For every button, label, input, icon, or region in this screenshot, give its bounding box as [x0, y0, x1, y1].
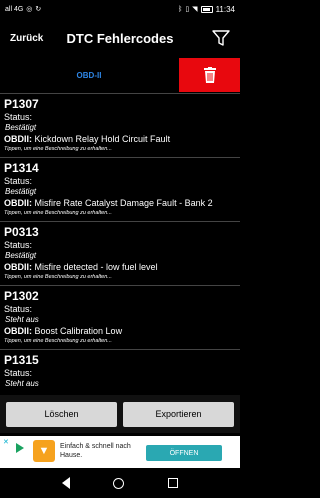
ad-text: Einfach & schnell nach Hause.: [60, 443, 131, 459]
dtc-code: P1315: [4, 353, 39, 367]
dtc-code: P1314: [4, 161, 39, 175]
status-bar-left: all 4G ◎ ↻: [5, 6, 41, 13]
tap-hint: Tippen, um eine Beschreibung zu erhalten…: [4, 146, 112, 152]
signal-icon: all 4G: [5, 5, 24, 13]
obd-prefix: OBDII:: [4, 326, 32, 336]
dtc-item[interactable]: P1314 Status: Bestätigt OBDII: Misfire R…: [0, 158, 240, 222]
ad-banner[interactable]: ✕ ▼ Einfach & schnell nach Hause. ÖFFNEN: [0, 436, 240, 468]
status-bar: all 4G ◎ ↻ ᛒ ▯ ◥ 11:34: [0, 0, 240, 18]
dtc-item[interactable]: P1315 Status: Steht aus: [0, 350, 240, 395]
system-nav-bar: [0, 468, 240, 498]
status-value: Steht aus: [5, 315, 39, 324]
description-text: Misfire Rate Catalyst Damage Fault - Ban…: [34, 198, 213, 208]
delete-button[interactable]: Löschen: [6, 401, 117, 427]
obd-prefix: OBDII:: [4, 198, 32, 208]
status-label: Status:: [4, 112, 33, 122]
status-label: Status:: [4, 240, 33, 250]
tap-hint: Tippen, um eine Beschreibung zu erhalten…: [4, 338, 112, 344]
dtc-code: P0313: [4, 225, 39, 239]
trash-icon: [203, 67, 216, 83]
delete-all-button[interactable]: [179, 58, 240, 92]
ad-choices-icon: [16, 443, 24, 453]
vibrate-icon: ▯: [185, 5, 190, 13]
status-value: Bestätigt: [5, 123, 37, 132]
tap-hint: Tippen, um eine Beschreibung zu erhalten…: [4, 210, 112, 216]
nav-back-icon[interactable]: [61, 477, 70, 489]
dtc-description: OBDII: Misfire detected - low fuel level: [4, 261, 236, 273]
clock: 11:34: [215, 4, 235, 14]
dtc-code: P1307: [4, 97, 39, 111]
action-bar: Löschen Exportieren: [0, 395, 240, 433]
dtc-item[interactable]: P1307 Status: Bestätigt OBDII: Kickdown …: [0, 94, 240, 158]
battery-icon: [200, 5, 213, 13]
nav-home-icon[interactable]: [113, 477, 125, 489]
status-label: Status:: [4, 176, 33, 186]
nav-recents-icon[interactable]: [168, 478, 179, 488]
ad-close-icon[interactable]: ✕: [3, 438, 9, 446]
status-value: Steht aus: [5, 379, 39, 388]
filter-icon[interactable]: [212, 29, 230, 47]
dtc-list: P1307 Status: Bestätigt OBDII: Kickdown …: [0, 93, 240, 395]
bluetooth-icon: ᛒ: [178, 5, 183, 13]
tab-obd-ii[interactable]: OBD-II: [0, 58, 178, 92]
dtc-item[interactable]: P1302 Status: Steht aus OBDII: Boost Cal…: [0, 286, 240, 350]
dtc-code: P1302: [4, 289, 39, 303]
dtc-description: OBDII: Kickdown Relay Hold Circuit Fault: [4, 133, 236, 145]
app-bar: DTC Fehlercodes Zurück: [0, 18, 240, 58]
description-text: Misfire detected - low fuel level: [34, 262, 158, 272]
back-button[interactable]: Zurück: [10, 33, 43, 44]
tab-row: OBD-II: [0, 58, 240, 92]
tap-hint: Tippen, um eine Beschreibung zu erhalten…: [4, 274, 112, 280]
status-value: Bestätigt: [5, 187, 37, 196]
sync-icon: ↻: [35, 5, 42, 13]
dtc-item[interactable]: P0313 Status: Bestätigt OBDII: Misfire d…: [0, 222, 240, 286]
whatsapp-icon: ◎: [26, 5, 33, 13]
export-button[interactable]: Exportieren: [123, 401, 234, 427]
dtc-description: OBDII: Boost Calibration Low: [4, 325, 236, 337]
ad-logo: ▼: [33, 440, 55, 462]
status-value: Bestätigt: [5, 251, 37, 260]
obd-prefix: OBDII:: [4, 134, 32, 144]
ad-open-button[interactable]: ÖFFNEN: [146, 445, 222, 461]
obd-prefix: OBDII:: [4, 262, 32, 272]
wifi-icon: ◥: [192, 5, 198, 13]
status-label: Status:: [4, 368, 33, 378]
status-bar-right: ᛒ ▯ ◥ 11:34: [178, 5, 235, 14]
description-text: Boost Calibration Low: [34, 326, 123, 336]
description-text: Kickdown Relay Hold Circuit Fault: [34, 134, 171, 144]
status-label: Status:: [4, 304, 33, 314]
dtc-description: OBDII: Misfire Rate Catalyst Damage Faul…: [4, 197, 236, 209]
